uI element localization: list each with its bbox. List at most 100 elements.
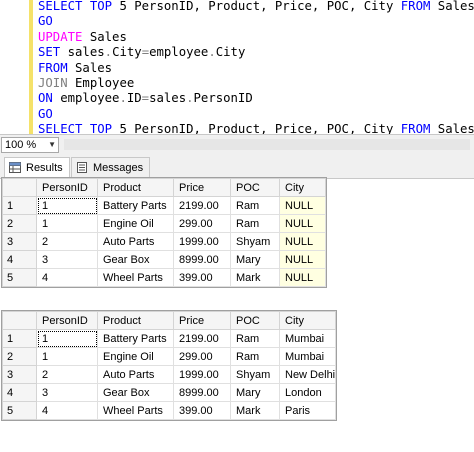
column-header[interactable]: POC	[230, 178, 280, 197]
table-row[interactable]: 2 1 Engine Oil 299.00 Ram Mumbai	[2, 347, 337, 366]
row-number[interactable]: 2	[2, 214, 37, 233]
column-header[interactable]: POC	[230, 311, 280, 330]
column-header[interactable]: PersonID	[36, 311, 98, 330]
code-line[interactable]: GO	[38, 14, 474, 29]
grid-cell[interactable]: Battery Parts	[97, 196, 174, 215]
horizontal-scrollbar[interactable]	[64, 139, 470, 150]
column-header[interactable]: City	[279, 178, 326, 197]
grid-cell[interactable]: 8999.00	[173, 250, 231, 269]
grid-cell[interactable]: Gear Box	[97, 383, 174, 402]
chevron-down-icon[interactable]: ▼	[48, 138, 56, 152]
code-line[interactable]: UPDATE Sales	[38, 30, 474, 45]
grid-cell[interactable]: Wheel Parts	[97, 401, 174, 420]
grid-cell[interactable]: 1	[36, 196, 98, 215]
grid-cell[interactable]: NULL	[279, 196, 326, 215]
results-grid-2[interactable]: PersonID Product Price POC City 1 1 Battery Par…	[1, 310, 338, 421]
table-row[interactable]: 4 3 Gear Box 8999.00 Mary London	[2, 383, 337, 402]
grid-cell[interactable]: 1999.00	[173, 232, 231, 251]
grid-cell[interactable]: Ram	[230, 214, 280, 233]
row-number[interactable]: 4	[2, 383, 37, 402]
row-number[interactable]: 2	[2, 347, 37, 366]
grid-cell[interactable]: Engine Oil	[97, 214, 174, 233]
grid-cell[interactable]: Paris	[278, 401, 337, 420]
column-header[interactable]: PersonID	[36, 178, 98, 197]
row-number[interactable]: 3	[2, 365, 37, 384]
grid-cell[interactable]: 2199.00	[173, 329, 231, 348]
grid-cell[interactable]: NULL	[279, 232, 326, 251]
grid-cell[interactable]: Auto Parts	[97, 365, 174, 384]
grid-cell[interactable]: NULL	[279, 268, 326, 287]
column-header[interactable]: Price	[173, 311, 231, 330]
grid-cell[interactable]: 2	[36, 365, 98, 384]
row-number[interactable]: 5	[2, 268, 37, 287]
column-header[interactable]: Product	[97, 311, 174, 330]
grid-cell[interactable]: NULL	[279, 214, 326, 233]
row-number[interactable]: 1	[2, 329, 37, 348]
table-row[interactable]: 1 1 Battery Parts 2199.00 Ram NULL	[2, 196, 326, 215]
grid-cell[interactable]: 1	[36, 329, 98, 348]
zoom-dropdown[interactable]: 100 % ▼	[1, 137, 59, 153]
grid-cell[interactable]: 4	[36, 268, 98, 287]
grid-cell[interactable]: Mark	[230, 268, 280, 287]
table-row[interactable]: 5 4 Wheel Parts 399.00 Mark NULL	[2, 268, 326, 287]
grid-splitter[interactable]	[0, 294, 474, 310]
grid-cell[interactable]: NULL	[279, 250, 326, 269]
column-header[interactable]: Product	[97, 178, 174, 197]
grid-corner[interactable]	[2, 311, 37, 330]
grid-cell[interactable]: New Delhi	[278, 365, 337, 384]
tab-messages[interactable]: Messages	[71, 157, 151, 178]
grid-cell[interactable]: Auto Parts	[97, 232, 174, 251]
code-line[interactable]: SELECT TOP 5 PersonID, Product, Price, P…	[38, 0, 474, 14]
grid-cell[interactable]: 299.00	[173, 214, 231, 233]
grid-cell[interactable]: 399.00	[173, 268, 231, 287]
grid-cell[interactable]: London	[278, 383, 337, 402]
column-header[interactable]: City	[278, 311, 337, 330]
grid-cell[interactable]: 2199.00	[173, 196, 231, 215]
column-header[interactable]: Price	[173, 178, 231, 197]
grid-cell[interactable]: Wheel Parts	[97, 268, 174, 287]
grid-cell[interactable]: 4	[36, 401, 98, 420]
grid-cell[interactable]: 1	[36, 347, 98, 366]
grid-cell[interactable]: Shyam	[230, 365, 280, 384]
grid-cell[interactable]: Mary	[230, 383, 280, 402]
table-row[interactable]: 3 2 Auto Parts 1999.00 Shyam New Delhi	[2, 365, 337, 384]
grid-cell[interactable]: Mark	[230, 401, 280, 420]
grid-cell[interactable]: Ram	[230, 329, 280, 348]
grid-cell[interactable]: 299.00	[173, 347, 231, 366]
tab-results[interactable]: Results	[4, 157, 70, 179]
grid-cell[interactable]: 399.00	[173, 401, 231, 420]
table-row[interactable]: 3 2 Auto Parts 1999.00 Shyam NULL	[2, 232, 326, 251]
code-line[interactable]: GO	[38, 107, 474, 122]
grid-cell[interactable]: 1999.00	[173, 365, 231, 384]
grid-cell[interactable]: Shyam	[230, 232, 280, 251]
code-line[interactable]: ON employee.ID=sales.PersonID	[38, 91, 474, 106]
grid-cell[interactable]: 8999.00	[173, 383, 231, 402]
grid-cell[interactable]: Mumbai	[278, 329, 337, 348]
code-line[interactable]: FROM Sales	[38, 61, 474, 76]
table-row[interactable]: 5 4 Wheel Parts 399.00 Mark Paris	[2, 401, 337, 420]
grid-corner[interactable]	[2, 178, 37, 197]
grid-cell[interactable]: Ram	[230, 347, 280, 366]
grid-cell[interactable]: 3	[36, 250, 98, 269]
grid-cell[interactable]: 3	[36, 383, 98, 402]
row-number[interactable]: 5	[2, 401, 37, 420]
results-grid-1[interactable]: PersonID Product Price POC City 1 1 Battery Par…	[1, 177, 327, 288]
code-line[interactable]: SET sales.City=employee.City	[38, 45, 474, 60]
code-line[interactable]: JOIN Employee	[38, 76, 474, 91]
grid-cell[interactable]: Engine Oil	[97, 347, 174, 366]
table-row[interactable]: 1 1 Battery Parts 2199.00 Ram Mumbai	[2, 329, 337, 348]
sql-code[interactable]: SELECT TOP 5 PersonID, Product, Price, P…	[38, 0, 474, 138]
grid-cell[interactable]: 2	[36, 232, 98, 251]
query-editor[interactable]: SELECT TOP 5 PersonID, Product, Price, P…	[0, 0, 474, 136]
grid-cell[interactable]: Mumbai	[278, 347, 337, 366]
row-number[interactable]: 3	[2, 232, 37, 251]
grid-cell[interactable]: Ram	[230, 196, 280, 215]
row-number[interactable]: 4	[2, 250, 37, 269]
table-row[interactable]: 2 1 Engine Oil 299.00 Ram NULL	[2, 214, 326, 233]
grid-cell[interactable]: Battery Parts	[97, 329, 174, 348]
grid-cell[interactable]: Mary	[230, 250, 280, 269]
row-number[interactable]: 1	[2, 196, 37, 215]
grid-cell[interactable]: Gear Box	[97, 250, 174, 269]
table-row[interactable]: 4 3 Gear Box 8999.00 Mary NULL	[2, 250, 326, 269]
grid-cell[interactable]: 1	[36, 214, 98, 233]
